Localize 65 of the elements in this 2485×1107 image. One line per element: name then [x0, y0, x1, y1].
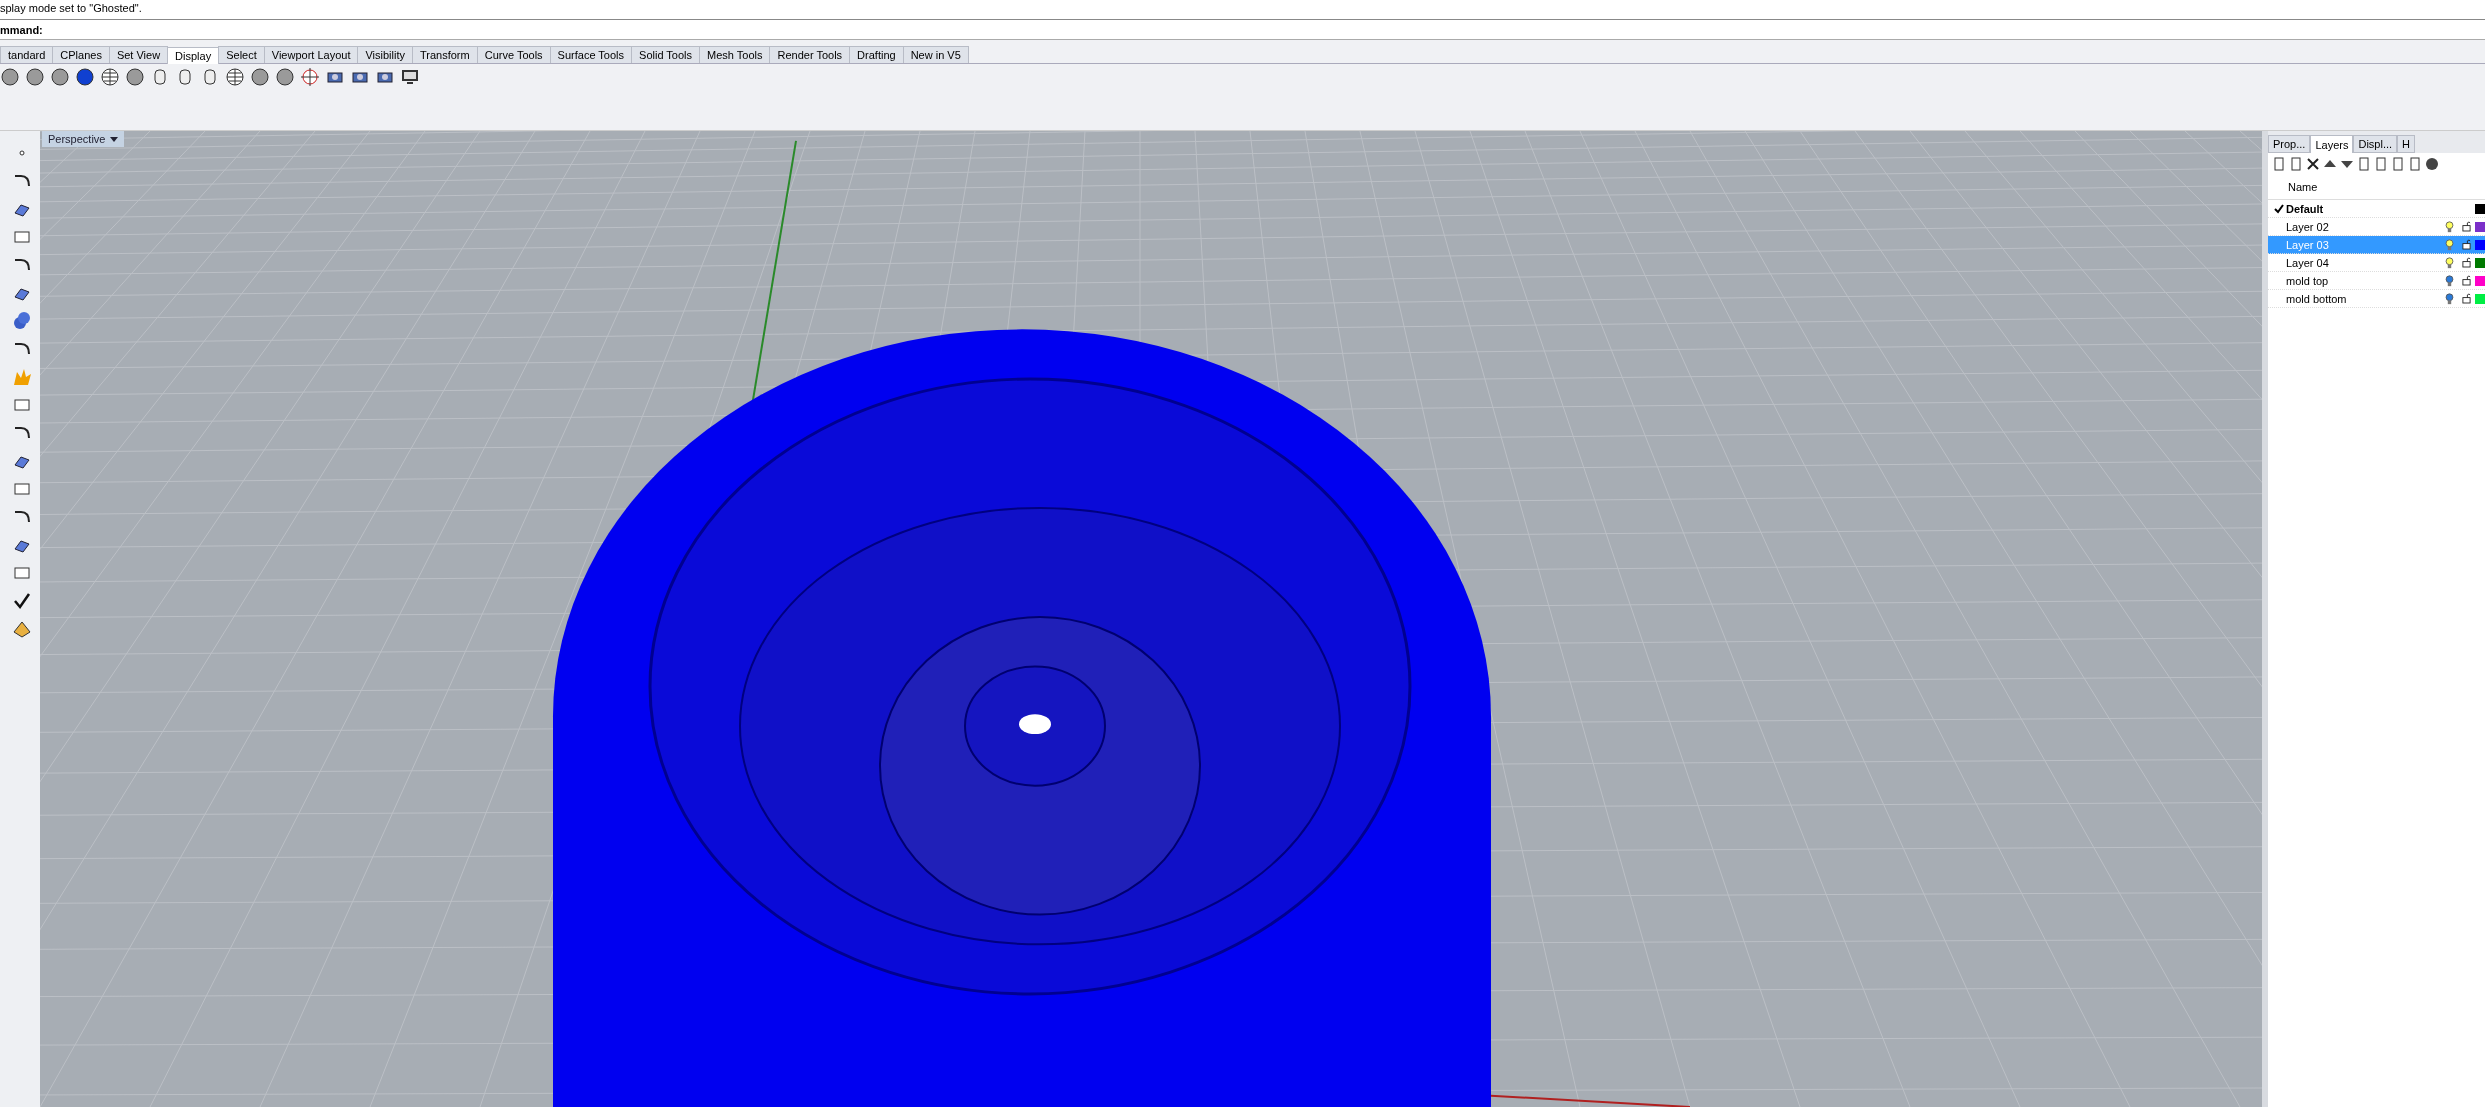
lightbulb-icon[interactable] [2445, 238, 2454, 251]
layer-name: Layer 02 [2286, 220, 2330, 233]
toolbar-tab[interactable]: Curve Tools [476, 46, 551, 63]
unlocked-icon[interactable] [2462, 275, 2471, 286]
panel-tab[interactable]: H [2397, 135, 2415, 153]
command-history: splay mode set to "Ghosted". [0, 0, 2485, 20]
layer-name: mold bottom [2286, 292, 2348, 305]
unlocked-icon[interactable] [2462, 221, 2471, 232]
toolbar-tab[interactable]: Transform [412, 46, 478, 63]
toolbar-tab[interactable]: Mesh Tools [699, 46, 771, 63]
layer-name: Layer 04 [2286, 256, 2330, 269]
toolbar-tab[interactable]: Display [167, 47, 220, 64]
layer-name: mold top [2286, 274, 2330, 287]
column-header: Name [2288, 181, 2318, 193]
unlocked-icon[interactable] [2462, 257, 2471, 268]
layer-name: Default [2286, 202, 2325, 215]
color-swatch[interactable] [2475, 275, 2485, 286]
color-swatch[interactable] [2475, 257, 2485, 268]
toolbar-tab[interactable]: Surface Tools [549, 46, 633, 63]
sphere-icon[interactable] [50, 67, 70, 87]
panel-tab[interactable]: Prop... [2268, 135, 2311, 153]
sphere-icon[interactable] [125, 67, 145, 87]
delete-icon[interactable] [2306, 157, 2320, 171]
checkmark-icon[interactable] [12, 591, 32, 611]
sphere-icon[interactable] [250, 67, 270, 87]
command-prompt: mmand: [0, 23, 43, 36]
toolbar-tab[interactable]: tandard [0, 46, 54, 63]
toolbar-tab[interactable]: Drafting [849, 46, 904, 63]
unlocked-icon[interactable] [2462, 293, 2471, 304]
toolbar-tab[interactable]: CPlanes [52, 46, 110, 63]
sphere-icon[interactable] [25, 67, 45, 87]
sphere-icon[interactable] [275, 67, 295, 87]
layer-row[interactable]: mold bottom [2268, 290, 2485, 308]
toolbar-tab[interactable]: Select [218, 46, 265, 63]
layer-row[interactable]: Layer 04 [2268, 254, 2485, 272]
lightbulb-icon[interactable] [2445, 220, 2454, 233]
viewport-title[interactable]: Perspective [42, 131, 125, 147]
toolbar-tab[interactable]: New in V5 [902, 46, 969, 63]
panel-tab[interactable]: Displ... [2353, 135, 2398, 153]
toolbar-tab[interactable]: Render Tools [769, 46, 851, 63]
crosshair-icon[interactable] [300, 67, 320, 87]
unlocked-icon[interactable] [2462, 239, 2471, 250]
toolbar-tab[interactable]: Solid Tools [631, 46, 701, 63]
layer-row[interactable]: Default [2268, 200, 2485, 218]
toolbar-tab[interactable]: Viewport Layout [263, 46, 359, 63]
color-swatch[interactable] [2475, 239, 2485, 250]
caret-icon[interactable] [110, 135, 119, 143]
panel-tab[interactable]: Layers [2310, 135, 2354, 153]
toolbar-tab[interactable]: Set View [108, 46, 169, 63]
spheres-icon[interactable] [12, 311, 32, 331]
sphere-icon[interactable] [0, 67, 20, 87]
lightbulb-icon[interactable] [2445, 274, 2454, 287]
lightbulb-icon[interactable] [2445, 292, 2454, 305]
layer-name: Layer 03 [2286, 238, 2330, 251]
color-swatch[interactable] [2475, 203, 2485, 214]
globe-icon[interactable] [225, 67, 245, 87]
monitor-icon[interactable] [400, 67, 420, 87]
toolbar-tab[interactable]: Visibility [357, 46, 413, 63]
pyramid-icon[interactable] [12, 619, 32, 639]
layer-row[interactable]: mold top [2268, 272, 2485, 290]
lightbulb-icon[interactable] [2445, 256, 2454, 269]
color-swatch[interactable] [2475, 293, 2485, 304]
sphere-icon[interactable] [75, 67, 95, 87]
color-swatch[interactable] [2475, 221, 2485, 232]
globe-icon[interactable] [100, 67, 120, 87]
